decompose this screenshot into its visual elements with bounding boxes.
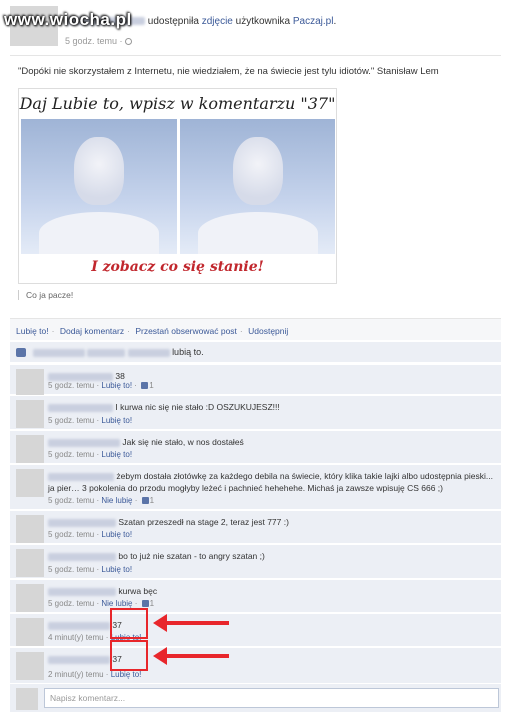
arrow-left-icon xyxy=(153,614,167,632)
comment-item: 37 4 minut(y) temu · Lubię to! xyxy=(10,613,501,646)
avatar[interactable] xyxy=(16,515,44,543)
avatar[interactable] xyxy=(16,400,44,428)
shared-text: udostępniła xyxy=(147,16,199,27)
watermark-logo: www.wiocha.pl xyxy=(4,10,132,29)
page-link[interactable]: Paczaj.pl xyxy=(293,16,334,27)
arrow-left-icon xyxy=(153,647,167,665)
comment-item: żebym dostała złotówkę za każdego debila… xyxy=(10,464,501,509)
avatar[interactable] xyxy=(16,369,44,397)
comment-input[interactable]: Napisz komentarz... xyxy=(44,688,499,708)
unfollow-button[interactable]: Przestań obserwować post xyxy=(135,326,237,336)
divider xyxy=(10,55,501,56)
thumbs-up-icon xyxy=(141,600,149,608)
highlight-box xyxy=(110,640,148,671)
thumbs-up-icon xyxy=(16,348,26,358)
comment-item: Jak się nie stało, w nos dostałeś 5 godz… xyxy=(10,430,501,463)
arrow-line xyxy=(165,654,229,658)
avatar[interactable] xyxy=(16,652,44,680)
avatar[interactable] xyxy=(16,618,44,646)
comment-composer: Napisz komentarz... xyxy=(10,684,501,712)
comment-item: bo to już nie szatan - to angry szatan ;… xyxy=(10,544,501,578)
avatar[interactable] xyxy=(16,435,44,463)
photo-man xyxy=(21,119,177,254)
photo-woman xyxy=(180,119,335,254)
likes-text: lubią to. xyxy=(172,347,204,357)
image-top-text: Daj Lubie to, wpisz w komentarzu "37" xyxy=(19,89,336,119)
post-image[interactable]: Daj Lubie to, wpisz w komentarzu "37" I … xyxy=(18,88,337,284)
like-button[interactable]: Lubię to! xyxy=(16,326,49,336)
share-button[interactable]: Udostępnij xyxy=(248,326,288,336)
comment-item: I kurwa nic się nie stało :D OSZUKUJESZ!… xyxy=(10,395,501,429)
post-quote: "Dopóki nie skorzystałem z Internetu, ni… xyxy=(18,66,439,77)
avatar[interactable] xyxy=(16,469,44,497)
thumbs-up-icon xyxy=(141,382,149,390)
avatar[interactable] xyxy=(16,584,44,612)
comment-item: Szatan przeszedł na stage 2, teraz jest … xyxy=(10,510,501,543)
photo-link[interactable]: zdjęcie xyxy=(202,16,233,27)
avatar[interactable] xyxy=(16,549,44,577)
post-actions: Lubię to! · Dodaj komentarz · Przestań obs… xyxy=(10,318,501,340)
post-timestamp: 5 godz. temu · xyxy=(65,36,132,46)
comment-item: kurwa bęc 5 godz. temu · Nie lubię · 1 xyxy=(10,579,501,612)
add-comment-button[interactable]: Dodaj komentarz xyxy=(60,326,124,336)
globe-icon xyxy=(124,38,132,46)
comment-item: 37 2 minut(y) temu · Lubię to! xyxy=(10,647,501,683)
avatar xyxy=(16,688,38,710)
comment-item: 38 5 godz. temu · Lubię to! · 1 xyxy=(10,364,501,397)
highlight-box xyxy=(110,608,148,639)
image-bottom-text: I zobacz co się stanie! xyxy=(91,259,264,275)
arrow-line xyxy=(165,621,229,625)
thumbs-up-icon xyxy=(141,497,149,505)
user-text: użytkownika xyxy=(235,16,291,27)
likes-bar: lubią to. xyxy=(10,342,501,362)
image-caption: Co ja pacze! xyxy=(18,290,73,300)
